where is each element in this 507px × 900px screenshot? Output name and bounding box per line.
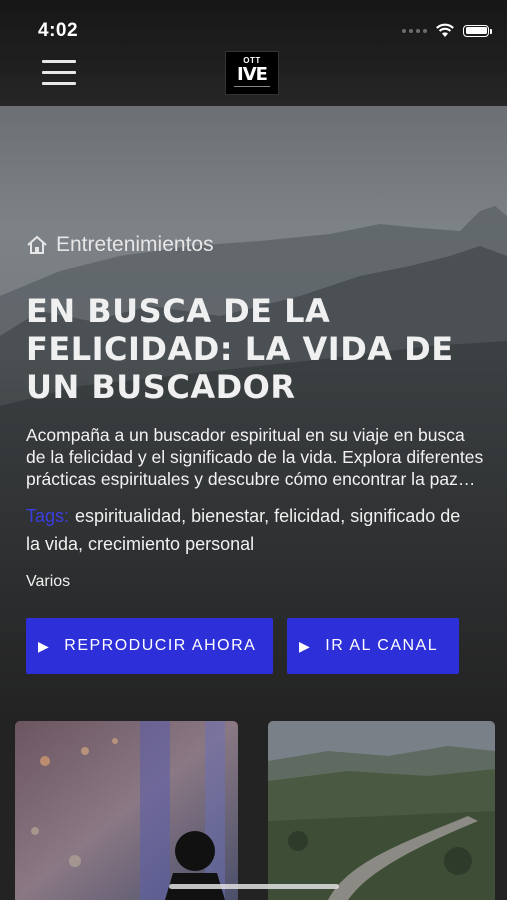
app-header: 4:02 OTT IVE [0,0,507,106]
play-now-label: REPRODUCIR AHORA [64,637,257,654]
play-now-button[interactable]: ▶ REPRODUCIR AHORA [26,618,273,674]
tags-list: espiritualidad, bienestar, felicidad, si… [26,506,461,554]
signal-icon [402,28,427,33]
play-icon: ▶ [299,637,312,654]
breadcrumb-category: Entretenimientos [56,233,214,256]
go-to-channel-button[interactable]: ▶ IR AL CANAL [287,618,459,674]
app-logo[interactable]: OTT IVE [225,51,279,95]
content-card-thumbnail[interactable] [268,721,495,900]
battery-icon [463,24,492,37]
hero-description: Acompaña a un buscador espiritual en su … [26,425,484,489]
tags-line: Tags: espiritualidad, bienestar, felicida… [26,502,466,558]
status-indicators [402,23,492,38]
home-indicator [169,884,339,889]
play-icon: ▶ [38,637,51,654]
status-time: 4:02 [38,20,79,41]
content-card-thumbnail[interactable] [15,721,238,900]
tags-label: Tags: [26,506,70,526]
wifi-icon [436,23,454,37]
card-thumbnail-image [15,721,238,900]
card-thumbnail-image [268,721,495,900]
go-to-channel-label: IR AL CANAL [325,637,439,654]
logo-ive-text: IVE [237,64,268,85]
breadcrumb[interactable]: Entretenimientos [26,233,214,257]
home-icon [27,235,47,254]
menu-button[interactable] [42,60,76,86]
genre-label: Varios [26,573,71,590]
hero-title: EN BUSCA DE LA FELICIDAD: LA VIDA DE UN … [26,292,454,406]
featured-hero: Entretenimientos EN BUSCA DE LA FELICIDA… [0,106,507,718]
